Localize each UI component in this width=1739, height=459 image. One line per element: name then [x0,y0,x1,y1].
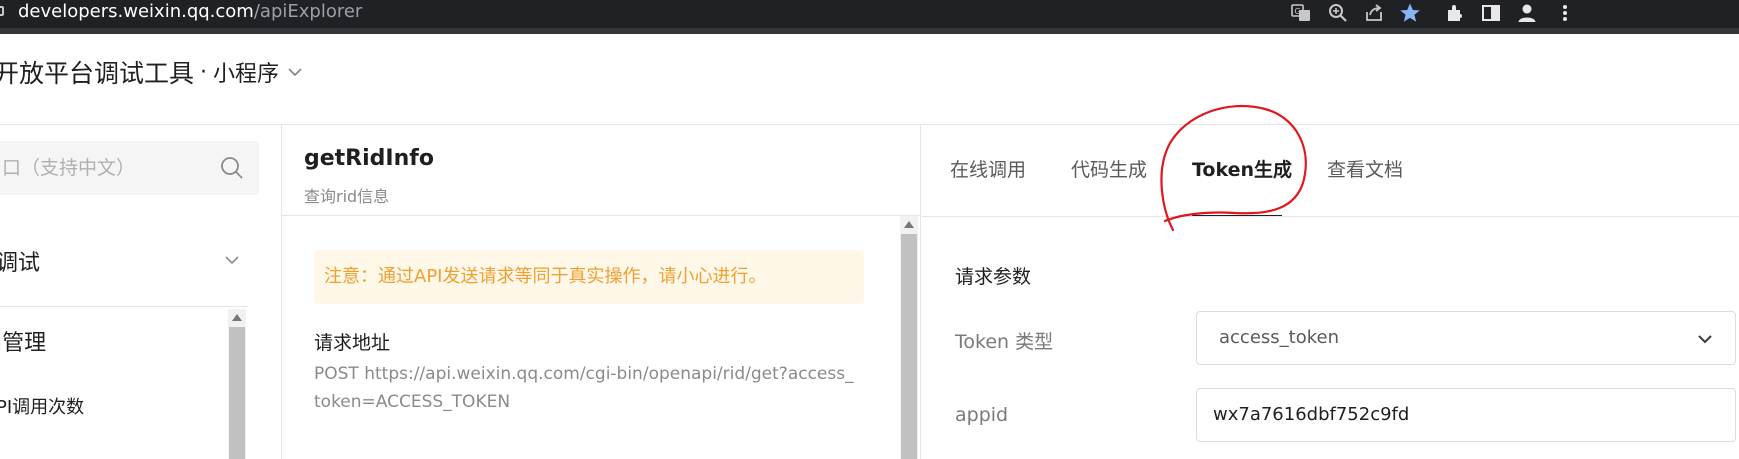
api-detail-panel: getRidInfo 查询rid信息 注意：通过API发送请求等同于真实操作，请… [282,125,921,459]
tab-code-gen[interactable]: 代码生成 [1071,155,1147,182]
menu-icon[interactable] [1552,0,1578,26]
bookmark-star-icon[interactable] [1397,0,1423,26]
app-title-text: 开放平台调试工具 [0,59,195,88]
tool-panel: 在线调用 代码生成 Token生成 查看文档 请求参数 Token 类型 acc… [922,125,1739,459]
sidebar: 口（支持中文） 调试 i管理 PI调用次数 [0,125,282,459]
title-separator: · [200,59,208,85]
sidebar-item-api-quota[interactable]: PI调用次数 [0,393,84,419]
chevron-down-icon[interactable] [1697,330,1713,349]
appid-input[interactable]: wx7a7616dbf752c9fd [1196,388,1736,442]
url-path: /apiExplorer [253,1,363,22]
sidebar-group-debug[interactable]: 调试 [0,245,40,277]
browser-toolbar: developers.weixin.qq.com/apiExplorer G [0,0,1739,34]
api-name: getRidInfo [304,146,434,171]
chevron-down-icon[interactable] [224,251,240,270]
scroll-up-icon[interactable] [904,221,914,228]
browser-toolbar-divider [0,28,1739,34]
lock-icon[interactable] [0,6,4,16]
product-switcher-label[interactable]: 小程序 [213,56,279,88]
sidebar-item-api-management[interactable]: i管理 [0,325,46,357]
search-placeholder: 口（支持中文） [2,157,136,179]
token-type-label: Token 类型 [955,331,1054,353]
zoom-icon[interactable] [1325,0,1351,26]
scrollbar-thumb[interactable] [229,327,245,459]
annotation-circle [1160,104,1307,232]
sidebar-scrollbar[interactable] [228,309,246,459]
translate-icon[interactable]: G [1288,0,1314,26]
sidebar-divider [0,306,248,307]
section-title: 请求参数 [955,266,1032,288]
token-type-select[interactable]: access_token [1196,311,1736,365]
svg-text:G: G [1295,7,1301,16]
search-input[interactable]: 口（支持中文） [0,141,259,195]
url-host: developers.weixin.qq.com [18,1,254,22]
appid-label: appid [955,404,1009,426]
sidepanel-icon[interactable] [1478,0,1504,26]
search-icon[interactable] [219,155,245,185]
address-bar[interactable]: developers.weixin.qq.com/apiExplorer [18,0,362,26]
request-url: POST https://api.weixin.qq.com/cgi-bin/o… [314,364,854,412]
tabs-divider [922,216,1739,217]
api-description: 查询rid信息 [304,187,390,206]
share-icon[interactable] [1361,0,1387,26]
extensions-icon[interactable] [1442,0,1468,26]
tab-view-docs[interactable]: 查看文档 [1327,155,1403,182]
profile-icon[interactable] [1514,0,1540,26]
request-url-label: 请求地址 [314,332,391,354]
tab-online-call[interactable]: 在线调用 [950,155,1026,182]
app-title: 开放平台调试工具 · 小程序 [0,54,303,90]
appid-value: wx7a7616dbf752c9fd [1213,404,1410,425]
scroll-up-icon[interactable] [232,314,242,321]
panel-scrollbar[interactable] [900,216,918,459]
chevron-down-icon[interactable] [287,66,303,78]
warning-notice: 注意：通过API发送请求等同于真实操作，请小心进行。 [314,250,864,304]
scrollbar-thumb[interactable] [901,234,917,459]
token-type-value: access_token [1219,327,1339,348]
panel-divider [282,215,920,216]
warning-notice-text: 注意：通过API发送请求等同于真实操作，请小心进行。 [324,266,767,287]
